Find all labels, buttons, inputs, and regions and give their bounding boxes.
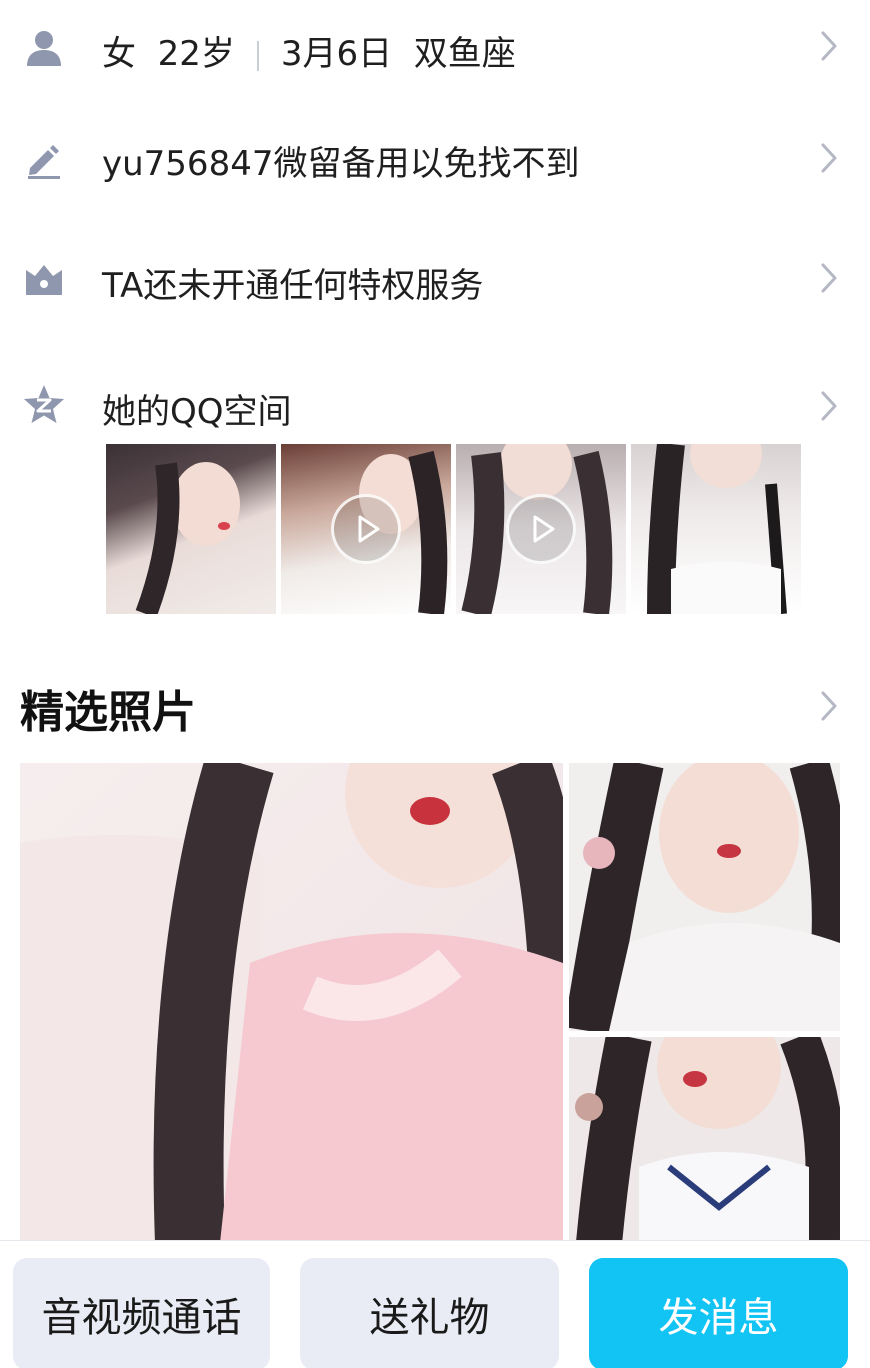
- profile-page: 女 22岁 3月6日 双鱼座 yu756847微留备用以免找不到 TA还未开通任何…: [0, 0, 870, 1368]
- person-icon: [20, 24, 68, 72]
- chevron-right-icon: [818, 138, 840, 178]
- privilege-text: TA还未开通任何特权服务: [102, 266, 484, 306]
- chevron-right-icon: [818, 386, 840, 426]
- crown-icon: [20, 256, 68, 304]
- send-gift-button[interactable]: 送礼物: [300, 1258, 559, 1368]
- gender-text: 女: [102, 34, 136, 74]
- play-button[interactable]: [506, 494, 576, 564]
- basic-info-text: 女 22岁 3月6日 双鱼座: [102, 26, 516, 75]
- chevron-right-icon: [818, 258, 840, 298]
- qzone-row[interactable]: 她的QQ空间: [0, 360, 870, 450]
- featured-photo-small[interactable]: [569, 763, 840, 1031]
- qzone-thumbnails: [106, 444, 806, 614]
- birthday-text: 3月6日: [280, 34, 393, 74]
- age-text: 22岁: [157, 34, 235, 74]
- signature-row[interactable]: yu756847微留备用以免找不到: [0, 110, 870, 210]
- privilege-row[interactable]: TA还未开通任何特权服务: [0, 232, 870, 328]
- featured-photo-gallery: [20, 763, 840, 1243]
- featured-photos-title: 精选照片: [20, 687, 196, 738]
- play-button[interactable]: [331, 494, 401, 564]
- qzone-photo-thumbnail[interactable]: [106, 444, 276, 614]
- qzone-video-thumbnail[interactable]: [281, 444, 451, 614]
- chevron-right-icon: [818, 26, 840, 66]
- pencil-icon: [20, 136, 68, 184]
- bottom-action-bar: 音视频通话 送礼物 发消息: [0, 1240, 870, 1368]
- zodiac-text: 双鱼座: [413, 34, 516, 74]
- basic-info-row[interactable]: 女 22岁 3月6日 双鱼座: [0, 0, 870, 96]
- qzone-star-icon: [20, 380, 68, 428]
- video-call-button[interactable]: 音视频通话: [13, 1258, 270, 1368]
- featured-photo-small[interactable]: [569, 1037, 840, 1243]
- signature-text: yu756847微留备用以免找不到: [102, 144, 580, 184]
- info-divider: [256, 40, 259, 71]
- qzone-label: 她的QQ空间: [102, 392, 292, 432]
- featured-photo-large[interactable]: [20, 763, 563, 1243]
- qzone-photo-thumbnail[interactable]: [631, 444, 801, 614]
- chevron-right-icon[interactable]: [818, 686, 840, 726]
- send-message-button[interactable]: 发消息: [589, 1258, 848, 1368]
- qzone-video-thumbnail[interactable]: [456, 444, 626, 614]
